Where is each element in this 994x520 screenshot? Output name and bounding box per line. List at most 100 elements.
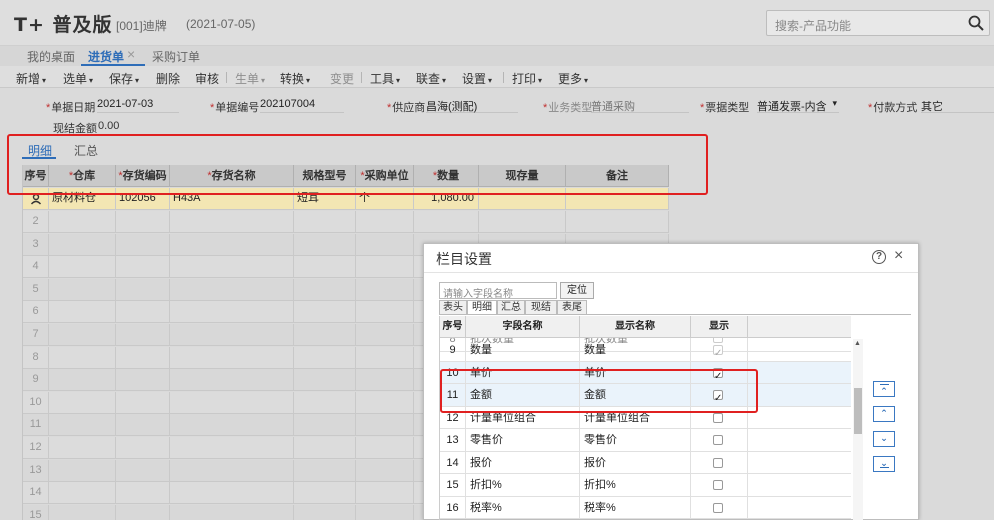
grid-cell[interactable] xyxy=(49,437,116,459)
doc-date-field[interactable]: 2021-07-03 xyxy=(97,98,179,113)
doc-no-field[interactable]: 202107004 xyxy=(260,98,344,113)
move-bottom-button[interactable]: ⌄ xyxy=(873,456,895,472)
show-checkbox[interactable] xyxy=(713,343,723,361)
grid-cell[interactable] xyxy=(356,391,414,414)
grid-cell[interactable] xyxy=(356,301,414,324)
grid-cell[interactable] xyxy=(116,459,170,482)
grid-cell[interactable] xyxy=(116,482,170,505)
grid-cell[interactable] xyxy=(49,233,116,256)
grid-cell[interactable] xyxy=(170,301,294,324)
tab-desktop[interactable]: 我的桌面 xyxy=(27,48,75,65)
grid-cell[interactable] xyxy=(116,256,170,279)
grid-cell[interactable] xyxy=(170,278,294,301)
grid-cell[interactable] xyxy=(49,256,116,279)
grid-cell[interactable] xyxy=(170,324,294,346)
grid-cell[interactable] xyxy=(294,391,356,414)
tab-detail-fields[interactable]: 明细 xyxy=(467,300,497,315)
field-row[interactable]: 13 零售价 零售价 xyxy=(440,429,851,452)
payment-method-field[interactable]: 其它 xyxy=(921,98,994,113)
grid-cell[interactable] xyxy=(49,504,116,520)
grid-cell[interactable] xyxy=(49,459,116,482)
field-row[interactable]: 15 折扣% 折扣% xyxy=(440,474,851,497)
grid-cell[interactable] xyxy=(116,437,170,459)
grid-cell[interactable] xyxy=(294,233,356,256)
tab-summary-fields[interactable]: 汇总 xyxy=(497,300,525,315)
grid-cell[interactable] xyxy=(170,437,294,459)
grid-cell[interactable] xyxy=(170,346,294,369)
search-icon[interactable] xyxy=(967,14,985,32)
search-input[interactable]: 搜索-产品功能 xyxy=(775,17,851,34)
grid-cell[interactable] xyxy=(116,346,170,369)
grid-cell[interactable] xyxy=(356,324,414,346)
toolbar-query-button[interactable]: 联查 ▾ xyxy=(416,70,446,87)
grid-cell[interactable] xyxy=(356,437,414,459)
grid-cell[interactable] xyxy=(294,459,356,482)
move-down-button[interactable]: ⌄ xyxy=(873,431,895,447)
toolbar-convert-button[interactable]: 转换 ▾ xyxy=(280,70,310,87)
move-up-button[interactable]: ⌃ xyxy=(873,406,895,422)
grid-cell[interactable] xyxy=(116,391,170,414)
toolbar-tools-button[interactable]: 工具 ▾ xyxy=(370,70,400,87)
tab-cash-fields[interactable]: 现结 xyxy=(525,300,557,315)
scrollbar-thumb[interactable] xyxy=(854,388,862,434)
business-type-field[interactable]: 普通采购 xyxy=(591,98,689,113)
tab-header-fields[interactable]: 表头 xyxy=(439,300,467,315)
grid-cell[interactable] xyxy=(294,504,356,520)
grid-cell[interactable] xyxy=(356,278,414,301)
toolbar-save-button[interactable]: 保存 ▾ xyxy=(109,70,139,87)
grid-cell[interactable] xyxy=(170,504,294,520)
grid-cell[interactable] xyxy=(49,346,116,369)
move-top-button[interactable]: ⌃ xyxy=(873,381,895,397)
grid-cell[interactable] xyxy=(294,482,356,505)
grid-cell[interactable] xyxy=(356,346,414,369)
toolbar-add-button[interactable]: 新增 ▾ xyxy=(16,70,46,87)
show-checkbox[interactable] xyxy=(713,480,723,490)
show-checkbox[interactable] xyxy=(713,457,723,468)
grid-cell[interactable] xyxy=(356,211,414,233)
grid-cell[interactable] xyxy=(116,301,170,324)
grid-cell[interactable] xyxy=(356,256,414,279)
grid-cell[interactable] xyxy=(294,369,356,392)
grid-cell[interactable] xyxy=(294,414,356,437)
grid-cell[interactable] xyxy=(294,301,356,324)
toolbar-more-button[interactable]: 更多 ▾ xyxy=(558,70,588,87)
toolbar-delete-button[interactable]: 删除 xyxy=(156,70,180,87)
grid-cell[interactable] xyxy=(356,504,414,520)
grid-cell[interactable] xyxy=(170,211,294,233)
grid-cell[interactable] xyxy=(294,346,356,369)
toolbar-change-button[interactable]: 变更 xyxy=(330,70,354,87)
toolbar-print-button[interactable]: 打印 ▾ xyxy=(512,70,542,87)
field-row[interactable]: 16 税率% 税率% xyxy=(440,496,851,519)
grid-cell[interactable] xyxy=(170,414,294,437)
grid-cell[interactable] xyxy=(170,391,294,414)
show-checkbox[interactable] xyxy=(713,502,723,513)
grid-cell[interactable] xyxy=(170,369,294,392)
field-row[interactable]: 14 报价 报价 xyxy=(440,451,851,474)
grid-cell[interactable] xyxy=(116,278,170,301)
field-row[interactable]: 9 数量 数量 xyxy=(440,339,851,362)
table-row[interactable]: 2 xyxy=(23,211,669,233)
grid-cell[interactable] xyxy=(294,256,356,279)
grid-cell[interactable] xyxy=(356,414,414,437)
grid-cell[interactable] xyxy=(356,369,414,392)
grid-cell[interactable] xyxy=(294,324,356,346)
grid-cell[interactable] xyxy=(116,504,170,520)
grid-cell[interactable] xyxy=(414,211,479,233)
grid-cell[interactable] xyxy=(49,369,116,392)
grid-cell[interactable] xyxy=(49,278,116,301)
close-icon[interactable]: × xyxy=(127,46,135,62)
toolbar-audit-button[interactable]: 审核 xyxy=(195,70,219,87)
grid-cell[interactable] xyxy=(294,437,356,459)
grid-cell[interactable] xyxy=(294,278,356,301)
grid-cell[interactable] xyxy=(49,211,116,233)
grid-cell[interactable] xyxy=(170,256,294,279)
help-icon[interactable]: ? xyxy=(872,250,886,264)
invoice-type-select[interactable]: 普通发票-内含 ▾ xyxy=(757,98,839,113)
grid-cell[interactable] xyxy=(49,324,116,346)
close-icon[interactable]: × xyxy=(894,247,903,265)
grid-cell[interactable] xyxy=(170,482,294,505)
supplier-field[interactable]: 昌海(测配) xyxy=(426,98,518,113)
grid-cell[interactable] xyxy=(49,301,116,324)
grid-cell[interactable] xyxy=(566,211,669,233)
grid-cell[interactable] xyxy=(49,414,116,437)
